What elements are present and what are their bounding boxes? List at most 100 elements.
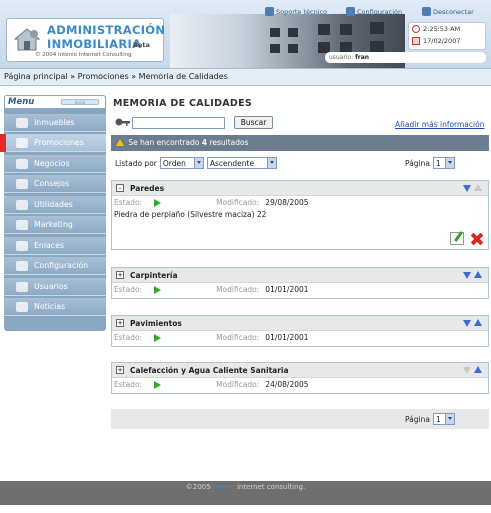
datetime-box: 2:25:53 AM 17/02/2007 (408, 22, 486, 50)
record-card: + Calefacción y Agua Caliente Sanitaria … (111, 362, 489, 394)
estado-label: Estado: (114, 333, 143, 342)
logout-link-label: Desconectar (433, 7, 474, 16)
pager-top: Página 1 (405, 157, 455, 169)
chevron-down-icon (193, 158, 203, 168)
move-up-icon[interactable] (474, 271, 482, 279)
tips-icon (16, 178, 28, 189)
logo-title-line2: INMOBILIARIA (47, 37, 142, 51)
record-description: Piedra de perpiaño (Silvestre maciza) 22 (114, 210, 267, 219)
config-icon (346, 7, 355, 16)
support-link-label: Soporte técnico (276, 7, 328, 16)
record-title: Carpintería (130, 270, 178, 280)
links-icon (16, 240, 28, 251)
sidebar-item-marketing[interactable]: Marketing (4, 216, 106, 234)
record-header: + Carpintería (112, 268, 488, 283)
active-status-icon[interactable] (154, 285, 162, 294)
logo-copyright: © 2004 Intenio Internet Consulting (35, 52, 132, 58)
user-label: usuario: (329, 54, 354, 61)
footer: ©2005intenio internet consulting. (0, 481, 491, 505)
sidebar-item-usuarios[interactable]: Usuarios (4, 278, 106, 296)
sidebar-header: Menu Inicio (4, 95, 106, 109)
expand-toggle[interactable]: + (116, 271, 124, 279)
modificado-label: Modificado: (216, 285, 260, 294)
record-title: Pavimientos (130, 318, 182, 328)
breadcrumb[interactable]: Página principal » Promociones » Memoria… (0, 68, 491, 86)
add-info-link[interactable]: Añadir más información (395, 120, 484, 129)
sort-field-select[interactable]: Orden (159, 157, 204, 169)
news-icon (16, 301, 28, 312)
move-down-icon[interactable] (463, 319, 471, 327)
page-label: Página (405, 158, 430, 168)
gear-icon (16, 260, 28, 271)
beta-badge: Beta (133, 41, 150, 49)
search-input[interactable] (132, 117, 225, 129)
page-title: MEMORIA DE CALIDADES (113, 98, 253, 109)
modified-date: 29/08/2005 (265, 198, 309, 207)
chevron-down-icon (444, 158, 454, 168)
pager-bottom: Página 1 (405, 413, 455, 425)
config-link[interactable]: Configuración (346, 6, 402, 17)
record-header: – Paredes (112, 181, 488, 196)
sidebar-item-negocios[interactable]: Negocios (4, 155, 106, 173)
modificado-label: Modificado: (216, 380, 260, 389)
record-title: Calefacción y Agua Caliente Sanitaria (130, 365, 289, 375)
delete-icon[interactable] (470, 232, 484, 246)
results-suffix: resultados (209, 138, 249, 147)
results-count: 4 (201, 138, 208, 147)
active-status-icon[interactable] (154, 333, 162, 342)
sidebar-item-label: Negocios (34, 159, 70, 168)
page-select[interactable]: 1 (432, 157, 455, 169)
record-meta: Estado: Modificado: 24/08/2005 (112, 378, 488, 391)
support-link[interactable]: Soporte técnico (265, 6, 327, 17)
record-meta: Estado: Modificado: 01/01/2001 (112, 331, 488, 344)
sidebar-item-inmuebles[interactable]: Inmuebles (4, 114, 106, 132)
sidebar: Menu Inicio Inmuebles Promociones Negoci… (0, 95, 106, 331)
edit-icon[interactable] (450, 232, 464, 245)
modified-date: 01/01/2001 (265, 285, 309, 294)
move-up-icon[interactable] (474, 366, 482, 374)
record-header: + Pavimientos (112, 316, 488, 331)
expand-toggle[interactable]: + (116, 366, 124, 374)
sidebar-item-label: Inmuebles (34, 118, 75, 127)
results-prefix: Se han encontrado (128, 138, 200, 147)
footer-prefix: ©2005 (185, 483, 211, 491)
clock-icon (412, 25, 420, 33)
sort-direction-value: Ascendente (209, 158, 255, 168)
move-down-icon[interactable] (463, 184, 471, 192)
support-icon (265, 7, 274, 16)
page-select[interactable]: 1 (432, 413, 455, 425)
move-down-icon[interactable] (463, 271, 471, 279)
results-bar: Se han encontrado 4 resultados (111, 135, 489, 151)
estado-label: Estado: (114, 285, 143, 294)
record-card: + Carpintería Estado: Modificado: 01/01/… (111, 267, 489, 299)
sidebar-title: Menu (8, 97, 35, 107)
active-status-icon[interactable] (154, 198, 162, 207)
current-time: 2:25:53 AM (423, 25, 461, 33)
sidebar-item-utilidades[interactable]: Utilidades (4, 196, 106, 214)
sidebar-item-label: Consejos (34, 179, 70, 188)
sidebar-item-promociones[interactable]: Promociones (0, 134, 106, 152)
logout-icon (422, 7, 431, 16)
sidebar-item-noticias[interactable]: Noticias (4, 298, 106, 316)
logo-title-line1: ADMINISTRACIÓN (47, 23, 166, 37)
sidebar-item-configuracion[interactable]: Configuración (4, 257, 106, 275)
search-button[interactable]: Buscar (234, 116, 273, 129)
collapse-toggle[interactable]: – (116, 184, 124, 192)
sidebar-item-label: Marketing (34, 220, 73, 229)
expand-toggle[interactable]: + (116, 319, 124, 327)
briefcase-icon (16, 158, 28, 169)
sort-direction-select[interactable]: Ascendente (206, 157, 277, 169)
active-status-icon[interactable] (154, 380, 162, 389)
page-label: Página (405, 414, 430, 424)
sort-label: Listado por (115, 158, 157, 168)
app-logo[interactable]: ADMINISTRACIÓN INMOBILIARIA Beta © 2004 … (6, 18, 166, 62)
sidebar-item-label: Usuarios (34, 282, 68, 291)
sidebar-tab-inicio[interactable]: Inicio (61, 99, 99, 105)
sidebar-item-consejos[interactable]: Consejos (4, 175, 106, 193)
marketing-icon (16, 219, 28, 230)
move-up-icon[interactable] (474, 319, 482, 327)
sidebar-item-enlaces[interactable]: Enlaces (4, 237, 106, 255)
footer-brand[interactable]: intenio (211, 483, 235, 491)
sidebar-item-label: Utilidades (34, 200, 73, 209)
logout-link[interactable]: Desconectar (422, 6, 474, 17)
